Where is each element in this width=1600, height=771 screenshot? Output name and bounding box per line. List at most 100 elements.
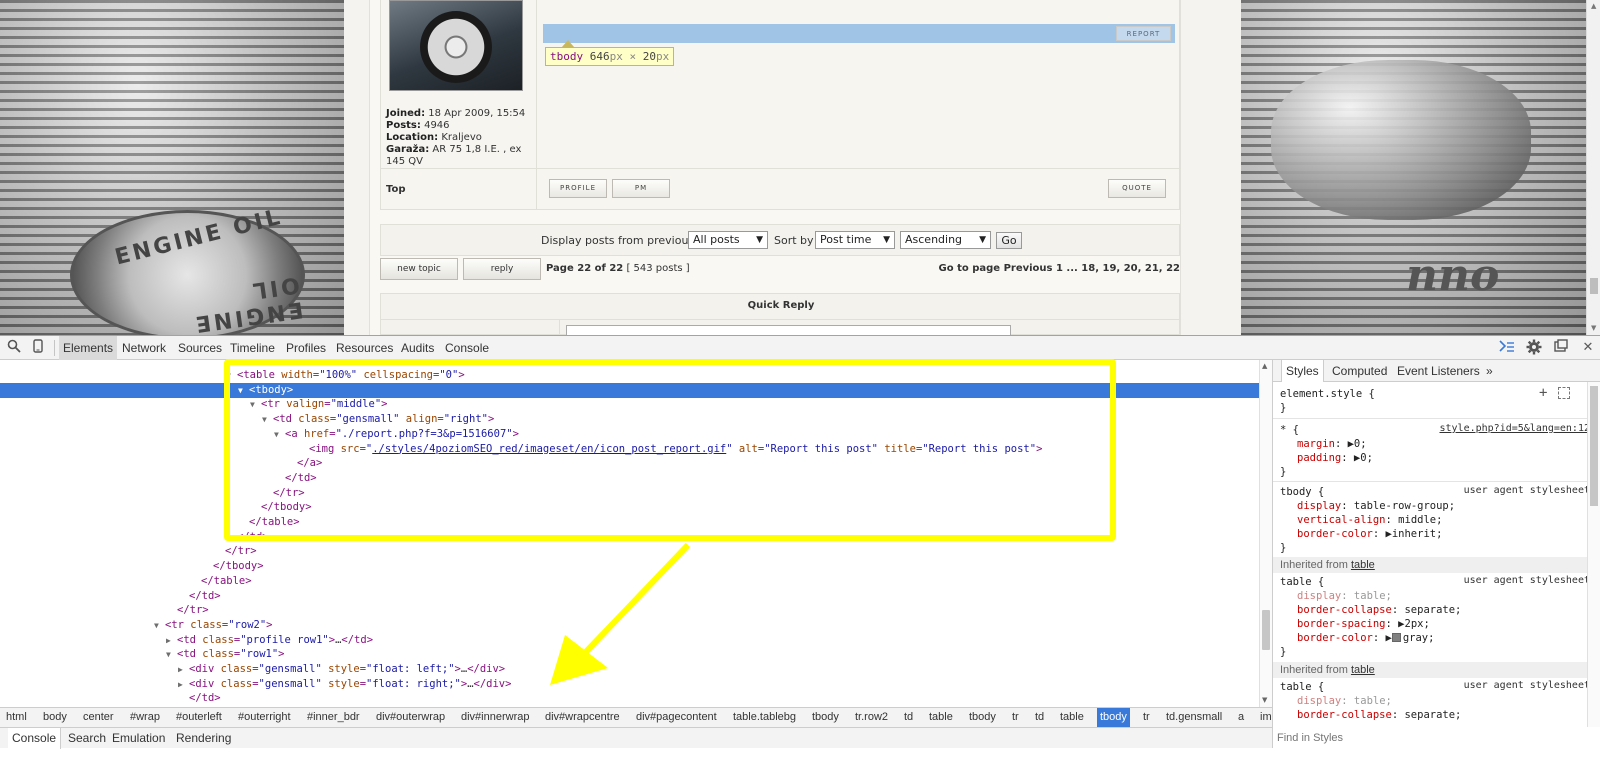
drawer-tab-emulation[interactable]: Emulation bbox=[108, 728, 169, 749]
dom-node[interactable]: </td> bbox=[0, 530, 1259, 545]
breadcrumb-item[interactable]: html bbox=[3, 708, 30, 727]
collapse-triangle-icon[interactable]: ▼ bbox=[154, 618, 165, 633]
expand-triangle-icon[interactable]: ▶ bbox=[178, 662, 189, 677]
collapse-triangle-icon[interactable]: ▼ bbox=[262, 412, 273, 427]
dom-node[interactable]: </tr> bbox=[0, 603, 1259, 618]
tab-computed[interactable]: Computed bbox=[1328, 360, 1391, 382]
dom-tree[interactable]: ▼ <table width="100%" cellspacing="0"> ▼ <t… bbox=[0, 360, 1259, 707]
sort-by-select[interactable]: Post time ▼ bbox=[815, 231, 895, 249]
inherited-table-link[interactable]: table bbox=[1351, 664, 1375, 676]
dom-node[interactable]: ▼ <table width="100%" cellspacing="0"> bbox=[0, 368, 1259, 383]
tab-sources[interactable]: Sources bbox=[174, 336, 226, 360]
dom-node[interactable]: ▼ <td class="gensmall" align="right"> bbox=[0, 412, 1259, 427]
reply-button[interactable]: reply bbox=[463, 258, 541, 280]
breadcrumb-item[interactable]: tr bbox=[1140, 708, 1153, 727]
tab-timeline[interactable]: Timeline bbox=[226, 336, 279, 360]
order-select[interactable]: Ascending ▼ bbox=[900, 231, 991, 249]
breadcrumb-item[interactable]: table bbox=[1057, 708, 1087, 727]
profile-button[interactable]: PROFILE bbox=[549, 179, 607, 198]
breadcrumb-item[interactable]: div#innerwrap bbox=[458, 708, 532, 727]
dom-node[interactable]: ▶ <td class="profile row1">…</td> bbox=[0, 633, 1259, 648]
table-border-color-declaration[interactable]: border-color: ▶ gray; bbox=[1297, 631, 1600, 645]
pm-button[interactable]: PM bbox=[612, 179, 670, 198]
expand-arrow-icon[interactable]: ▶ bbox=[1398, 618, 1404, 630]
dom-node[interactable]: ▼ <tr class="row2"> bbox=[0, 618, 1259, 633]
quote-button[interactable]: QUOTE bbox=[1108, 179, 1166, 198]
breadcrumb-item[interactable]: body bbox=[40, 708, 70, 727]
breadcrumb-item[interactable]: tr.row2 bbox=[852, 708, 891, 727]
table-display-declaration[interactable]: display: table; bbox=[1297, 694, 1600, 708]
dom-node[interactable]: ▼ <td class="row1"> bbox=[0, 647, 1259, 662]
breadcrumb-item[interactable]: img bbox=[1257, 708, 1272, 727]
scroll-up-icon[interactable]: ▲ bbox=[1262, 362, 1267, 370]
color-swatch[interactable] bbox=[1391, 633, 1401, 642]
breadcrumb-item[interactable]: td.gensmall bbox=[1163, 708, 1225, 727]
breadcrumb-item[interactable]: tbody bbox=[966, 708, 999, 727]
breadcrumb-item[interactable]: a bbox=[1235, 708, 1247, 727]
collapse-triangle-icon[interactable]: ▼ bbox=[226, 368, 237, 383]
breadcrumb-item[interactable]: td bbox=[1032, 708, 1047, 727]
styles-scrollbar-thumb[interactable] bbox=[1590, 386, 1598, 506]
dom-node[interactable]: </tr> bbox=[0, 544, 1259, 559]
tab-console[interactable]: Console bbox=[441, 336, 493, 360]
goto-page-links[interactable]: Go to page Previous 1 ... 18, 19, 20, 21… bbox=[939, 263, 1180, 274]
collapse-triangle-icon[interactable]: ▼ bbox=[166, 647, 177, 662]
dom-tree-scrollbar[interactable]: ▲ ▼ bbox=[1259, 360, 1272, 707]
breadcrumb-item[interactable]: #inner_bdr bbox=[304, 708, 363, 727]
stylesheet-link[interactable]: style.php?id=5&lang=en:12 bbox=[1439, 423, 1590, 434]
dom-node[interactable]: ▶ <div class="gensmall" style="float: lef… bbox=[0, 662, 1259, 677]
styles-scrollbar[interactable] bbox=[1587, 382, 1600, 727]
tab-profiles[interactable]: Profiles bbox=[282, 336, 330, 360]
show-drawer-icon[interactable] bbox=[1499, 339, 1515, 355]
expand-arrow-icon[interactable]: ▶ bbox=[1386, 528, 1392, 540]
collapse-triangle-icon[interactable]: ▼ bbox=[250, 397, 261, 412]
breadcrumb-item[interactable]: td bbox=[901, 708, 916, 727]
padding-declaration[interactable]: padding: ▶0; bbox=[1297, 451, 1600, 465]
breadcrumb-item[interactable]: #outerright bbox=[235, 708, 294, 727]
dom-node[interactable]: </td> bbox=[0, 691, 1259, 706]
device-mode-icon[interactable] bbox=[30, 339, 46, 355]
toggle-element-state-icon[interactable] bbox=[1558, 387, 1570, 399]
dock-side-icon[interactable] bbox=[1553, 339, 1569, 355]
close-icon[interactable]: ✕ bbox=[1580, 339, 1596, 355]
breadcrumb-item[interactable]: tbody bbox=[1097, 708, 1130, 727]
drawer-tab-rendering[interactable]: Rendering bbox=[172, 728, 235, 749]
breadcrumb-item[interactable]: div#wrapcentre bbox=[542, 708, 623, 727]
scroll-down-icon[interactable]: ▼ bbox=[1591, 324, 1596, 332]
top-link[interactable]: Top bbox=[386, 184, 406, 195]
breadcrumb-item[interactable]: center bbox=[80, 708, 117, 727]
breadcrumb-item[interactable]: div#outerwrap bbox=[373, 708, 448, 727]
go-button[interactable]: Go bbox=[996, 232, 1022, 249]
inherited-table-link[interactable]: table bbox=[1351, 559, 1375, 571]
page-scrollbar-thumb[interactable] bbox=[1590, 278, 1598, 294]
drawer-tab-search[interactable]: Search bbox=[64, 728, 110, 749]
page-scrollbar[interactable]: ▲ ▼ bbox=[1586, 0, 1600, 335]
add-style-rule-icon[interactable]: + bbox=[1539, 385, 1547, 401]
more-tabs-icon[interactable]: » bbox=[1482, 360, 1497, 382]
dom-node[interactable]: </tbody> bbox=[0, 500, 1259, 515]
find-in-styles-input[interactable] bbox=[1277, 730, 1577, 745]
breadcrumb-item[interactable]: #outerleft bbox=[173, 708, 225, 727]
breadcrumb-item[interactable]: div#pagecontent bbox=[633, 708, 720, 727]
tab-network[interactable]: Network bbox=[118, 336, 170, 360]
border-collapse-declaration[interactable]: border-collapse: separate; bbox=[1297, 603, 1600, 617]
tab-resources[interactable]: Resources bbox=[332, 336, 397, 360]
margin-declaration[interactable]: margin: ▶0; bbox=[1297, 437, 1600, 451]
collapse-triangle-icon[interactable]: ▼ bbox=[238, 383, 249, 398]
drawer-tab-console[interactable]: Console bbox=[8, 728, 62, 749]
breadcrumb-item[interactable]: tr bbox=[1009, 708, 1022, 727]
dom-node[interactable]: ▼ <tr valign="middle"> bbox=[0, 397, 1259, 412]
inspect-search-icon[interactable] bbox=[6, 339, 22, 355]
dom-node[interactable]: ▼ <a href="./report.php?f=3&p=1516607"> bbox=[0, 427, 1259, 442]
table-display-declaration[interactable]: display: table; bbox=[1297, 589, 1600, 603]
border-collapse-declaration[interactable]: border-collapse: separate; bbox=[1297, 708, 1600, 722]
collapse-triangle-icon[interactable]: ▼ bbox=[274, 427, 285, 442]
breadcrumb-item[interactable]: #wrap bbox=[127, 708, 163, 727]
tab-elements[interactable]: Elements bbox=[59, 336, 118, 360]
dom-node[interactable]: </table> bbox=[0, 515, 1259, 530]
border-color-declaration[interactable]: border-color: ▶inherit; bbox=[1297, 527, 1600, 541]
expand-arrow-icon[interactable]: ▶ bbox=[1348, 438, 1354, 450]
dom-node[interactable]: <img src="./styles/4poziomSEO_red/images… bbox=[0, 442, 1259, 457]
dom-node[interactable]: </td> bbox=[0, 471, 1259, 486]
display-declaration[interactable]: display: table-row-group; bbox=[1297, 499, 1600, 513]
